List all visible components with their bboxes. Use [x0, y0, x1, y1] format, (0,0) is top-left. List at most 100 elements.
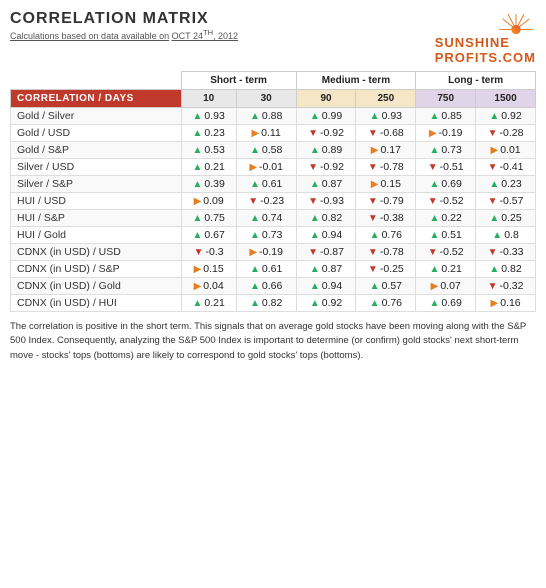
cell-value: -0.52: [440, 246, 464, 258]
arrow-icon: ▼: [368, 247, 378, 258]
arrow-icon: ▲: [492, 230, 502, 241]
data-cell: ▲0.82: [236, 295, 296, 312]
row-label: CDNX (in USD) / USD: [11, 244, 182, 261]
cell-value: 0.92: [501, 110, 521, 122]
cell-value: -0.68: [380, 127, 404, 139]
cell-value: 0.67: [204, 229, 224, 241]
data-cell: ▲0.92: [296, 295, 356, 312]
arrow-icon: ▶: [249, 162, 257, 173]
cell-value: 0.53: [204, 144, 224, 156]
cell-value: 0.99: [322, 110, 342, 122]
data-cell: ▲0.94: [296, 278, 356, 295]
col-header-90: 90: [296, 90, 356, 108]
cell-value: -0.28: [500, 127, 524, 139]
data-cell: ▲0.87: [296, 261, 356, 278]
arrow-icon: ▲: [370, 298, 380, 309]
cell-value: -0.25: [380, 263, 404, 275]
data-cell: ▶0.15: [181, 261, 236, 278]
data-cell: ▲0.93: [356, 108, 416, 125]
arrow-icon: ▲: [430, 264, 440, 275]
data-cell: ▼-0.57: [476, 193, 536, 210]
data-cell: ▲0.23: [476, 176, 536, 193]
arrow-icon: ▶: [251, 128, 259, 139]
data-cell: ▶0.04: [181, 278, 236, 295]
arrow-icon: ▲: [310, 281, 320, 292]
arrow-icon: ▲: [489, 111, 499, 122]
data-cell: ▲0.82: [476, 261, 536, 278]
arrow-icon: ▲: [430, 298, 440, 309]
cell-value: 0.16: [500, 297, 520, 309]
data-cell: ▶-0.19: [236, 244, 296, 261]
data-cell: ▶-0.01: [236, 159, 296, 176]
cell-value: -0.41: [500, 161, 524, 173]
cell-value: 0.21: [204, 297, 224, 309]
table-row: CDNX (in USD) / S&P▶0.15▲0.61▲0.87▼-0.25…: [11, 261, 536, 278]
data-cell: ▲0.66: [236, 278, 296, 295]
arrow-icon: ▶: [371, 179, 379, 190]
data-cell: ▶0.01: [476, 142, 536, 159]
data-cell: ▲0.69: [416, 176, 476, 193]
arrow-icon: ▲: [192, 213, 202, 224]
cell-value: 0.69: [441, 178, 461, 190]
row-label: Gold / Silver: [11, 108, 182, 125]
cell-value: 0.25: [501, 212, 521, 224]
data-cell: ▼-0.41: [476, 159, 536, 176]
cell-value: 0.74: [262, 212, 282, 224]
cell-value: 0.15: [203, 263, 223, 275]
arrow-icon: ▲: [192, 179, 202, 190]
arrow-icon: ▲: [250, 179, 260, 190]
arrow-icon: ▲: [250, 111, 260, 122]
data-cell: ▶0.07: [416, 278, 476, 295]
arrow-icon: ▲: [370, 230, 380, 241]
arrow-icon: ▲: [430, 179, 440, 190]
table-row: Silver / USD▲0.21▶-0.01▼-0.92▼-0.78▼-0.5…: [11, 159, 536, 176]
arrow-icon: ▼: [368, 264, 378, 275]
table-row: Silver / S&P▲0.39▲0.61▲0.87▶0.15▲0.69▲0.…: [11, 176, 536, 193]
cell-value: 0.8: [504, 229, 519, 241]
arrow-icon: ▶: [490, 145, 498, 156]
arrow-icon: ▲: [250, 230, 260, 241]
table-row: HUI / S&P▲0.75▲0.74▲0.82▼-0.38▲0.22▲0.25: [11, 210, 536, 227]
col-header-30: 30: [236, 90, 296, 108]
data-cell: ▼-0.25: [356, 261, 416, 278]
arrow-icon: ▶: [431, 281, 439, 292]
data-cell: ▶0.17: [356, 142, 416, 159]
data-cell: ▶0.16: [476, 295, 536, 312]
group-header-row: Short - term Medium - term Long - term: [11, 72, 536, 90]
data-cell: ▼-0.78: [356, 244, 416, 261]
cell-value: -0.92: [320, 127, 344, 139]
data-cell: ▼-0.28: [476, 125, 536, 142]
data-cell: ▲0.82: [296, 210, 356, 227]
table-row: CDNX (in USD) / HUI▲0.21▲0.82▲0.92▲0.76▲…: [11, 295, 536, 312]
arrow-icon: ▲: [489, 213, 499, 224]
subtitle-prefix: Calculations based on data available on: [10, 31, 169, 41]
data-cell: ▲0.22: [416, 210, 476, 227]
arrow-icon: ▶: [194, 264, 202, 275]
data-cell: ▼-0.52: [416, 244, 476, 261]
cell-value: 0.21: [441, 263, 461, 275]
cell-value: -0.57: [500, 195, 524, 207]
arrow-icon: ▲: [192, 111, 202, 122]
cell-value: 0.66: [262, 280, 282, 292]
group-short-term: Short - term: [181, 72, 296, 90]
data-cell: ▲0.8: [476, 227, 536, 244]
cell-value: 0.21: [204, 161, 224, 173]
cell-value: 0.94: [322, 280, 342, 292]
arrow-icon: ▶: [371, 145, 379, 156]
data-cell: ▼-0.32: [476, 278, 536, 295]
data-cell: ▼-0.52: [416, 193, 476, 210]
col-header-row: CORRELATION / DAYS 10 30 90 250 750 1500: [11, 90, 536, 108]
data-cell: ▲0.61: [236, 176, 296, 193]
data-cell: ▼-0.93: [296, 193, 356, 210]
data-cell: ▲0.23: [181, 125, 236, 142]
cell-value: 0.94: [322, 229, 342, 241]
data-cell: ▲0.85: [416, 108, 476, 125]
data-cell: ▲0.87: [296, 176, 356, 193]
logo-text: SUNSHINE PROFITS.COM: [435, 35, 536, 65]
cell-value: 0.51: [441, 229, 461, 241]
row-label: HUI / Gold: [11, 227, 182, 244]
data-cell: ▲0.21: [416, 261, 476, 278]
data-cell: ▼-0.51: [416, 159, 476, 176]
cell-value: 0.04: [203, 280, 223, 292]
arrow-icon: ▼: [308, 196, 318, 207]
